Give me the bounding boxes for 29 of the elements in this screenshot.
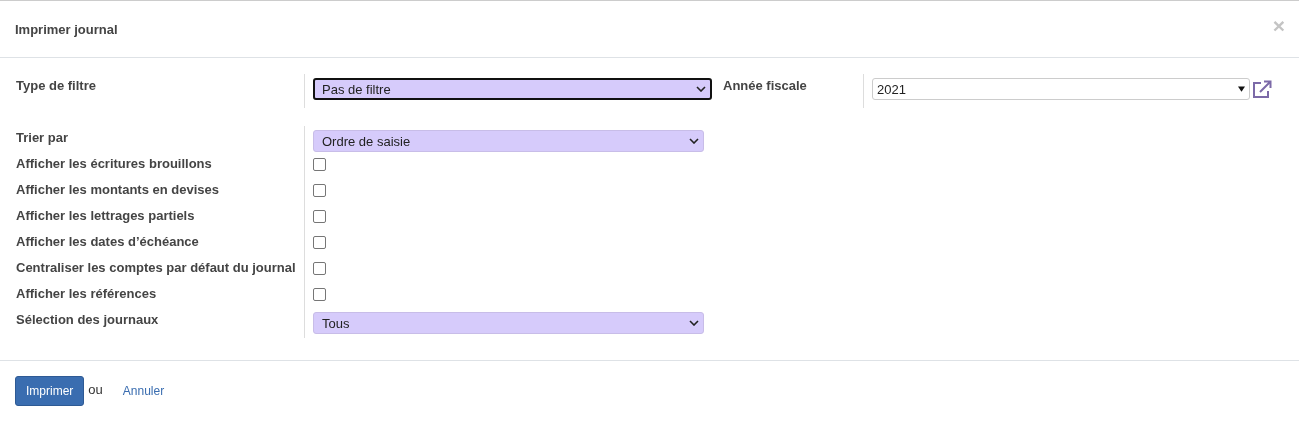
caret-icon (1238, 86, 1245, 92)
select-field[interactable]: Ordre de saisie (313, 130, 704, 152)
checkbox[interactable] (313, 236, 326, 249)
caret-icon (689, 138, 699, 144)
field-label: Afficher les écritures brouillons (16, 155, 213, 173)
checkbox[interactable] (313, 210, 326, 223)
select-field[interactable]: Tous (313, 312, 704, 334)
cancel-link[interactable]: Annuler (122, 384, 165, 398)
field-label: Trier par (16, 129, 70, 147)
field-label: Afficher les montants en devises (16, 181, 220, 199)
external-link-icon[interactable] (1252, 80, 1272, 98)
field-label: Afficher les lettrages partiels (16, 207, 196, 225)
select-field[interactable]: Pas de filtre (313, 78, 712, 100)
checkbox[interactable] (313, 184, 326, 197)
checkbox[interactable] (313, 262, 326, 275)
caret-icon (696, 86, 706, 92)
select-field[interactable]: 2021 (872, 78, 1250, 100)
field-label: Type de filtre (16, 77, 97, 95)
field-label: Année fiscale (722, 77, 808, 95)
dialog-title: Imprimer journal (15, 21, 118, 37)
checkbox[interactable] (313, 158, 326, 171)
print-button[interactable]: Imprimer (15, 376, 85, 406)
checkbox[interactable] (313, 288, 326, 301)
caret-icon (689, 320, 699, 326)
separator-text: ou (88, 382, 103, 397)
field-label: Afficher les références (16, 285, 158, 303)
field-label: Sélection des journaux (16, 311, 160, 329)
field-label: Afficher les dates d’échéance (16, 233, 200, 251)
field-label: Centraliser les comptes par défaut du journal (16, 259, 297, 277)
